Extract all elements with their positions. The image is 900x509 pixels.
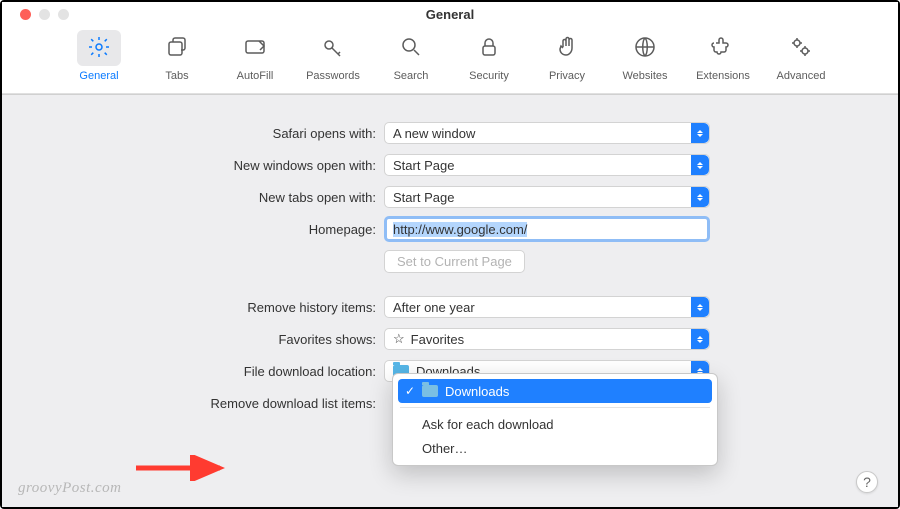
select-value: Favorites — [411, 332, 464, 347]
tabs-icon — [165, 35, 189, 62]
chevron-updown-icon — [691, 329, 709, 349]
select-value: After one year — [393, 300, 475, 315]
gears-icon — [789, 35, 813, 62]
toolbar-label: Websites — [622, 70, 667, 82]
download-location-label: File download location: — [2, 364, 384, 379]
chevron-updown-icon — [691, 297, 709, 317]
toolbar-item-security[interactable]: Security — [457, 30, 521, 82]
toolbar-item-passwords[interactable]: Passwords — [301, 30, 365, 82]
toolbar-item-search[interactable]: Search — [379, 30, 443, 82]
titlebar: General — [2, 2, 898, 26]
menu-option-ask[interactable]: Ask for each download — [398, 412, 712, 436]
toolbar-label: Advanced — [777, 70, 826, 82]
homepage-label: Homepage: — [2, 222, 384, 237]
toolbar-item-advanced[interactable]: Advanced — [769, 30, 833, 82]
pencil-icon — [243, 35, 267, 62]
zoom-window-button[interactable] — [58, 9, 69, 20]
toolbar-item-privacy[interactable]: Privacy — [535, 30, 599, 82]
set-current-page-button[interactable]: Set to Current Page — [384, 250, 525, 273]
option-label: Ask for each download — [422, 417, 554, 432]
menu-separator — [400, 407, 710, 408]
toolbar-label: General — [79, 70, 118, 82]
toolbar-label: Passwords — [306, 70, 360, 82]
key-icon — [321, 35, 345, 62]
select-value: A new window — [393, 126, 475, 141]
preferences-content: Safari opens with: A new window New wind… — [2, 94, 898, 507]
chevron-updown-icon — [691, 187, 709, 207]
toolbar-item-autofill[interactable]: AutoFill — [223, 30, 287, 82]
remove-history-select[interactable]: After one year — [384, 296, 710, 318]
chevron-updown-icon — [691, 155, 709, 175]
puzzle-icon — [711, 35, 735, 62]
remove-downloads-label: Remove download list items: — [2, 396, 384, 411]
window-controls — [20, 9, 69, 20]
hand-icon — [555, 35, 579, 62]
new-tabs-select[interactable]: Start Page — [384, 186, 710, 208]
safari-opens-select[interactable]: A new window — [384, 122, 710, 144]
option-label: Downloads — [445, 384, 509, 399]
menu-option-downloads[interactable]: Downloads — [398, 379, 712, 403]
lock-icon — [477, 35, 501, 62]
favorites-select[interactable]: ☆ Favorites — [384, 328, 710, 350]
star-icon: ☆ — [393, 331, 405, 347]
safari-opens-label: Safari opens with: — [2, 126, 384, 141]
close-window-button[interactable] — [20, 9, 31, 20]
download-location-menu: Downloads Ask for each download Other… — [392, 373, 718, 466]
toolbar-label: Tabs — [165, 70, 188, 82]
select-value: Start Page — [393, 158, 454, 173]
folder-icon — [422, 385, 438, 397]
globe-icon — [633, 35, 657, 62]
toolbar-item-general[interactable]: General — [67, 30, 131, 82]
toolbar-label: Privacy — [549, 70, 585, 82]
option-label: Other… — [422, 441, 468, 456]
remove-history-label: Remove history items: — [2, 300, 384, 315]
annotation-arrow — [132, 455, 232, 481]
toolbar-item-tabs[interactable]: Tabs — [145, 30, 209, 82]
toolbar-label: AutoFill — [237, 70, 274, 82]
favorites-label: Favorites shows: — [2, 332, 384, 347]
toolbar-item-extensions[interactable]: Extensions — [691, 30, 755, 82]
homepage-input[interactable]: http://www.google.com/ — [384, 216, 710, 242]
toolbar-label: Security — [469, 70, 509, 82]
watermark: groovyPost.com — [18, 480, 122, 497]
toolbar-label: Search — [394, 70, 429, 82]
toolbar-item-websites[interactable]: Websites — [613, 30, 677, 82]
input-value: http://www.google.com/ — [393, 222, 527, 237]
chevron-updown-icon — [691, 123, 709, 143]
window-title: General — [426, 7, 474, 22]
preferences-toolbar: General Tabs AutoFill Passwords Search S… — [2, 26, 898, 94]
menu-option-other[interactable]: Other… — [398, 436, 712, 460]
search-icon — [399, 35, 423, 62]
new-tabs-label: New tabs open with: — [2, 190, 384, 205]
minimize-window-button[interactable] — [39, 9, 50, 20]
new-windows-label: New windows open with: — [2, 158, 384, 173]
select-value: Start Page — [393, 190, 454, 205]
toolbar-label: Extensions — [696, 70, 750, 82]
new-windows-select[interactable]: Start Page — [384, 154, 710, 176]
gear-icon — [87, 35, 111, 62]
help-button[interactable]: ? — [856, 471, 878, 493]
